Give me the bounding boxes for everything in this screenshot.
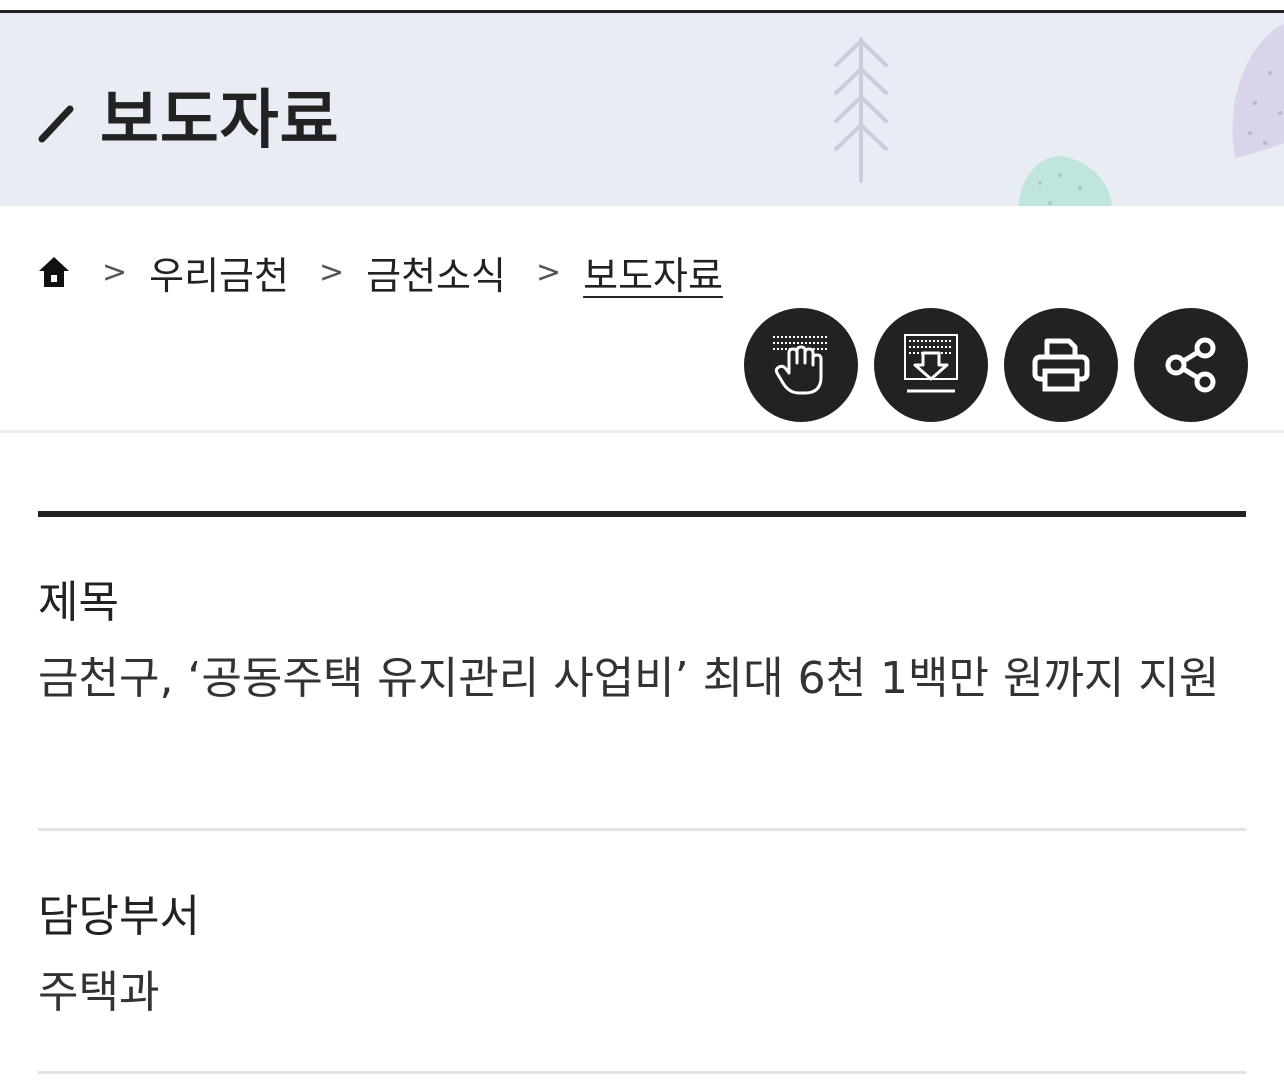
page-actions: [744, 308, 1248, 422]
breadcrumb-item-geumcheon-news[interactable]: 금천소식: [366, 245, 506, 300]
section-divider: [0, 430, 1284, 433]
download-icon: [904, 334, 958, 393]
breadcrumb-item-press-release[interactable]: 보도자료: [583, 245, 723, 300]
breadcrumb-separator: >: [318, 254, 345, 290]
department-value: 주택과: [38, 967, 160, 1018]
title-value: 금천구, ‘공동주택 유지관리 사업비’ 최대 6천 1백만 원까지 지원: [38, 653, 1220, 704]
leaf-decoration-icon: [1018, 156, 1113, 206]
touch-hand-icon: [773, 336, 829, 395]
breadcrumb-separator: >: [535, 254, 562, 290]
leaf-decoration-icon: [1232, 23, 1284, 158]
department-label: 담당부서: [38, 891, 200, 942]
breadcrumb-item-our-geumcheon[interactable]: 우리금천: [149, 245, 289, 300]
home-icon[interactable]: [36, 254, 72, 290]
department-field: 담당부서 주택과: [38, 880, 1246, 1028]
share-button[interactable]: [1134, 308, 1248, 422]
page-title: 보도자료: [100, 84, 340, 158]
print-icon: [1032, 338, 1090, 392]
touch-button[interactable]: [744, 308, 858, 422]
breadcrumb-separator: >: [102, 254, 128, 290]
title-field: 제목 금천구, ‘공동주택 유지관리 사업비’ 최대 6천 1백만 원까지 지원: [38, 566, 1246, 714]
download-button[interactable]: [874, 308, 988, 422]
row-divider: [38, 828, 1246, 831]
page-banner: 보도자료: [0, 13, 1284, 206]
share-icon: [1165, 337, 1216, 393]
row-divider: [38, 1071, 1246, 1074]
print-button[interactable]: [1004, 308, 1118, 422]
breadcrumb: > 우리금천 > 금천소식 > 보도자료: [36, 244, 723, 300]
pencil-icon: [38, 105, 74, 143]
tree-decoration-icon: [834, 37, 888, 183]
table-top-border: [38, 511, 1246, 517]
title-label: 제목: [38, 577, 119, 628]
